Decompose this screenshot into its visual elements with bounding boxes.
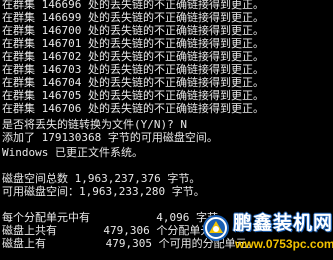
lost-chain-line: 在群集 146702 处的丢失链的不正确链接得到更正。 bbox=[2, 50, 264, 63]
prompt-answer: N bbox=[180, 118, 187, 131]
convert-chains-prompt: 是否将丢失的链转换为文件(Y/N)? N bbox=[2, 118, 187, 131]
total-allocation-units-line: 磁盘上共有 479,306 个分配单元。 bbox=[2, 224, 223, 237]
allocation-unit-size-line: 每个分配单元中有 4,096 字节。 bbox=[2, 211, 229, 224]
site-name: 鹏鑫装机网 bbox=[233, 212, 333, 234]
site-url: www.0753pc.com bbox=[235, 237, 333, 251]
lost-chain-line: 在群集 146699 处的丢失链的不正确链接得到更正。 bbox=[2, 11, 264, 24]
filesystem-fixed-line: Windows 已更正文件系统。 bbox=[2, 146, 143, 159]
lost-chain-line: 在群集 146696 处的丢失链的不正确链接得到更正。 bbox=[2, 0, 264, 11]
console-window[interactable]: 在群集 146696 处的丢失链的不正确链接得到更正。 在群集 146699 处… bbox=[0, 0, 333, 260]
lost-chain-line: 在群集 146705 处的丢失链的不正确链接得到更正。 bbox=[2, 89, 264, 102]
lost-chain-line: 在群集 146703 处的丢失链的不正确链接得到更正。 bbox=[2, 63, 264, 76]
total-disk-space-line: 磁盘空间总数 1,963,237,376 字节。 bbox=[2, 172, 201, 185]
space-added-line: 添加了 179130368 字节的可用磁盘空间。 bbox=[2, 131, 218, 144]
site-watermark: 鹏鑫装机网 www.0753pc.com bbox=[201, 209, 333, 257]
lost-chain-line: 在群集 146706 处的丢失链的不正确链接得到更正。 bbox=[2, 102, 264, 115]
lost-chain-line: 在群集 146700 处的丢失链的不正确链接得到更正。 bbox=[2, 24, 264, 37]
lost-chain-line: 在群集 146704 处的丢失链的不正确链接得到更正。 bbox=[2, 76, 264, 89]
lost-chain-line: 在群集 146701 处的丢失链的不正确链接得到更正。 bbox=[2, 37, 264, 50]
free-disk-space-line: 可用磁盘空间：1,963,233,280 字节。 bbox=[2, 185, 205, 198]
site-logo-icon bbox=[203, 215, 229, 241]
